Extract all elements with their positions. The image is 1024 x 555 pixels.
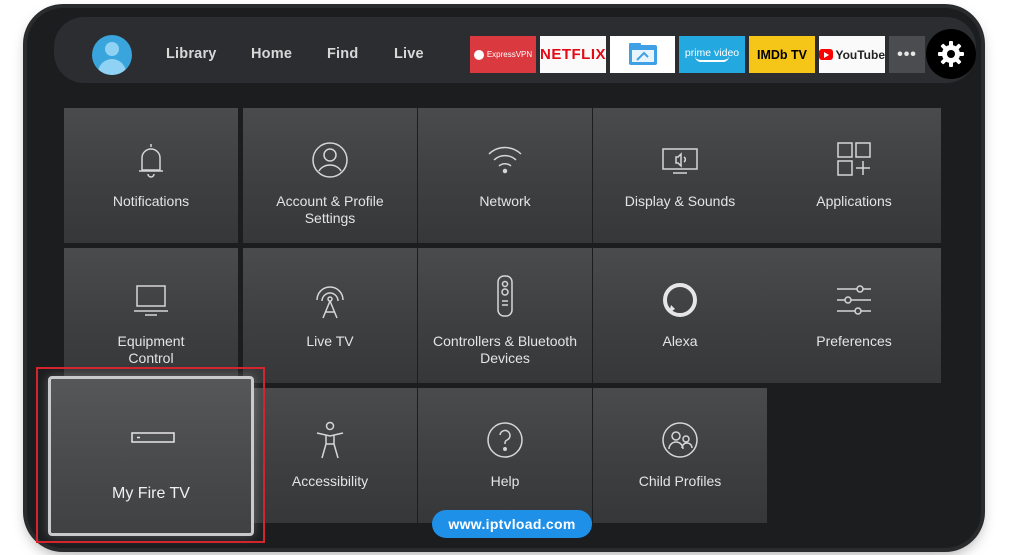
alexa-ring-icon [663, 283, 697, 317]
app-youtube[interactable]: YouTube [819, 36, 885, 73]
tile-notifications-label: Notifications [112, 193, 190, 209]
nav-home[interactable]: Home [251, 46, 292, 66]
tile-help-label: Help [490, 473, 520, 489]
tile-equipment-control[interactable]: Equipment Control [64, 248, 238, 383]
youtube-play-icon [819, 49, 834, 60]
tile-controllers-label: Controllers & Bluetooth Devices [433, 333, 577, 366]
tile-network-label: Network [479, 193, 531, 209]
app-expressvpn[interactable]: ExpressVPN [470, 36, 536, 73]
app-netflix[interactable]: NETFLIX [540, 36, 606, 73]
top-navigation-bar: Library Home Find Live ExpressVPN NETFLI… [54, 17, 976, 83]
tile-preferences[interactable]: Preferences [767, 248, 941, 383]
tile-accessibility[interactable]: Accessibility [243, 388, 417, 523]
profile-icon [312, 142, 348, 178]
app-netflix-label: NETFLIX [540, 46, 606, 63]
remote-icon [497, 275, 513, 317]
tile-account-profile[interactable]: Account & Profile Settings [243, 108, 417, 243]
highlight-outline [36, 367, 265, 543]
tile-preferences-label: Preferences [816, 333, 892, 349]
tile-help[interactable]: Help [418, 388, 592, 523]
tile-notifications[interactable]: Notifications [64, 108, 238, 243]
app-imdb-tv[interactable]: IMDb TV [749, 36, 815, 73]
nav-find[interactable]: Find [327, 46, 358, 66]
sliders-icon [837, 285, 871, 315]
tile-applications-label: Applications [816, 193, 892, 209]
more-apps-label: ••• [897, 45, 917, 63]
profile-avatar[interactable] [92, 35, 132, 75]
accessibility-icon [316, 421, 344, 459]
tile-equipment-label: Equipment Control [117, 333, 185, 366]
tile-display-label: Display & Sounds [624, 193, 736, 209]
app-imdb-label: IMDb TV [757, 47, 807, 62]
tile-account-label: Account & Profile Settings [276, 193, 384, 226]
expressvpn-logo-icon [473, 49, 484, 60]
apps-grid-icon [837, 142, 871, 176]
bell-icon [139, 144, 163, 178]
nav-library[interactable]: Library [166, 46, 217, 66]
tile-live-tv-label: Live TV [306, 333, 354, 349]
app-file-manager[interactable] [610, 36, 675, 73]
app-youtube-label: YouTube [835, 47, 885, 62]
app-expressvpn-label: ExpressVPN [486, 50, 533, 59]
display-icon [662, 148, 698, 174]
antenna-icon [316, 286, 344, 319]
tile-alexa[interactable]: Alexa [593, 248, 767, 383]
tile-alexa-label: Alexa [662, 333, 698, 349]
watermark-badge: www.iptvload.com [432, 510, 592, 538]
tile-child-profiles[interactable]: Child Profiles [593, 388, 767, 523]
tile-controllers-bluetooth[interactable]: Controllers & Bluetooth Devices [418, 248, 592, 383]
settings-button[interactable] [926, 29, 976, 79]
tile-display-sounds[interactable]: Display & Sounds [593, 108, 767, 243]
app-prime-video[interactable]: prime video [679, 36, 745, 73]
folder-app-icon [628, 42, 657, 65]
tile-applications[interactable]: Applications [767, 108, 941, 243]
tile-live-tv[interactable]: Live TV [243, 248, 417, 383]
help-icon [487, 422, 523, 458]
nav-live[interactable]: Live [394, 46, 424, 66]
wifi-icon [488, 146, 522, 174]
monitor-icon [134, 285, 168, 316]
tile-network[interactable]: Network [418, 108, 592, 243]
tile-accessibility-label: Accessibility [291, 473, 369, 489]
more-apps-button[interactable]: ••• [889, 36, 925, 73]
child-profiles-icon [662, 422, 698, 458]
prime-smile-icon [695, 56, 729, 62]
gear-icon [938, 41, 964, 67]
tile-child-profiles-label: Child Profiles [638, 473, 722, 489]
